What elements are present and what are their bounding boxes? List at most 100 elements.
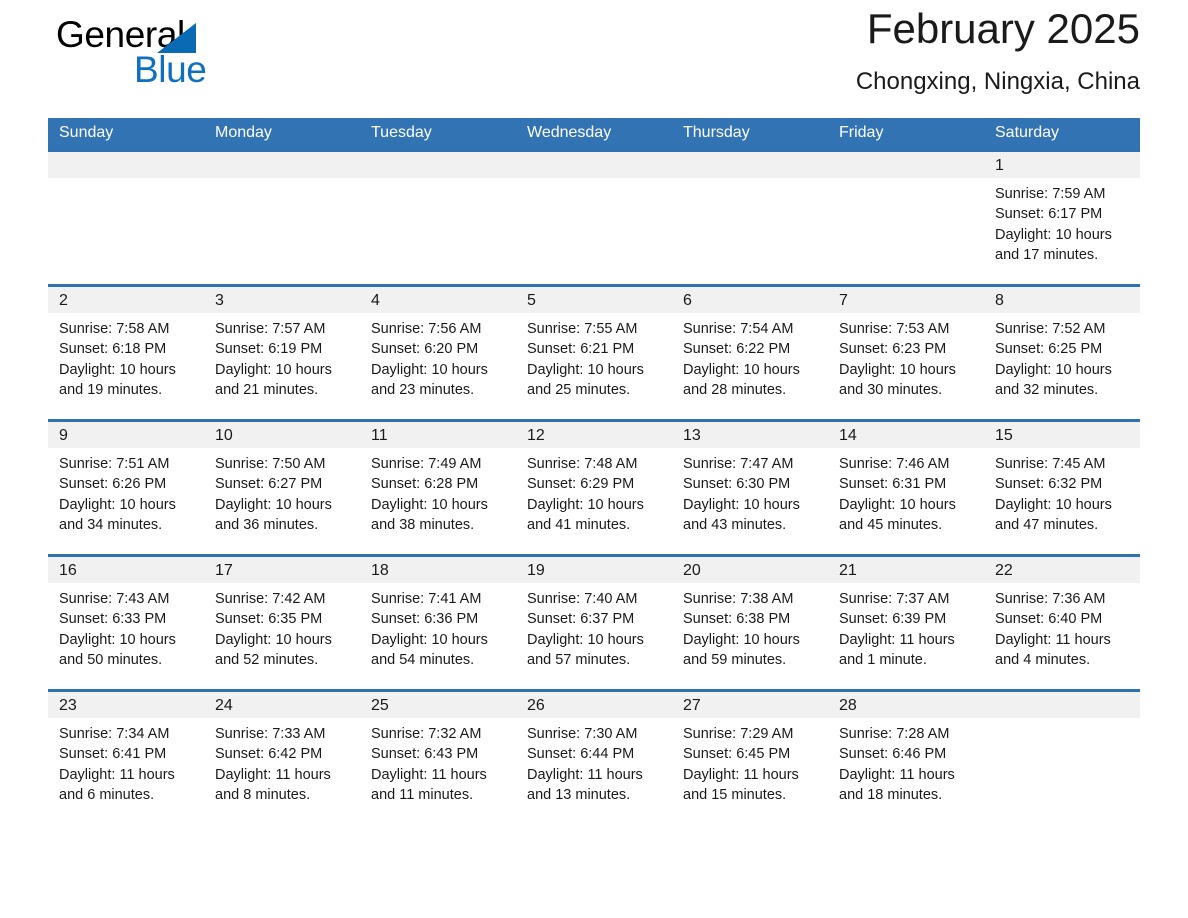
sunset-text: Sunset: 6:46 PM xyxy=(839,746,947,763)
calendar-day[interactable]: 21 Sunrise: 7:37 AM Sunset: 6:39 PM Dayligh… xyxy=(828,554,984,689)
calendar-cell: 9 Sunrise: 7:51 AM Sunset: 6:26 PM Daylight… xyxy=(48,419,204,554)
calendar-week-row: 2 Sunrise: 7:58 AM Sunset: 6:18 PM Daylight… xyxy=(48,284,1140,419)
weekday-header-saturday: Saturday xyxy=(984,118,1140,149)
calendar-cell: 12 Sunrise: 7:48 AM Sunset: 6:29 PM Dayligh… xyxy=(516,419,672,554)
sunset-text: Sunset: 6:20 PM xyxy=(371,341,479,358)
day-number: 1 xyxy=(984,152,1140,178)
daylight-text-line1: Daylight: 11 hours xyxy=(215,766,331,783)
daylight-text-line1: Daylight: 10 hours xyxy=(995,226,1112,243)
calendar-day[interactable]: 12 Sunrise: 7:48 AM Sunset: 6:29 PM Dayligh… xyxy=(516,419,672,554)
calendar-day[interactable]: 2 Sunrise: 7:58 AM Sunset: 6:18 PM Daylight… xyxy=(48,284,204,419)
calendar-day[interactable]: 17 Sunrise: 7:42 AM Sunset: 6:35 PM Dayligh… xyxy=(204,554,360,689)
daylight-text-line1: Daylight: 10 hours xyxy=(371,496,488,513)
calendar-cell: 21 Sunrise: 7:37 AM Sunset: 6:39 PM Dayligh… xyxy=(828,554,984,689)
daylight-text-line2: and 6 minutes. xyxy=(59,786,155,803)
weekday-header-friday: Friday xyxy=(828,118,984,149)
calendar-day[interactable]: 7 Sunrise: 7:53 AM Sunset: 6:23 PM Daylight… xyxy=(828,284,984,419)
daylight-text-line1: Daylight: 10 hours xyxy=(683,361,800,378)
page-subtitle: Chongxing, Ningxia, China xyxy=(855,68,1140,95)
calendar-day[interactable]: 18 Sunrise: 7:41 AM Sunset: 6:36 PM Dayligh… xyxy=(360,554,516,689)
sunrise-text: Sunrise: 7:48 AM xyxy=(527,456,638,472)
day-number xyxy=(360,152,516,178)
day-number: 7 xyxy=(828,287,984,313)
calendar-day[interactable]: 10 Sunrise: 7:50 AM Sunset: 6:27 PM Dayligh… xyxy=(204,419,360,554)
calendar-cell: 25 Sunrise: 7:32 AM Sunset: 6:43 PM Dayligh… xyxy=(360,689,516,824)
day-sun-info: Sunrise: 7:38 AM Sunset: 6:38 PM Daylight:… xyxy=(672,583,828,670)
day-sun-info: Sunrise: 7:51 AM Sunset: 6:26 PM Daylight:… xyxy=(48,448,204,535)
calendar-body: 1 Sunrise: 7:59 AM Sunset: 6:17 PM Daylight… xyxy=(48,149,1140,824)
daylight-text-line1: Daylight: 11 hours xyxy=(371,766,487,783)
calendar-day[interactable]: 20 Sunrise: 7:38 AM Sunset: 6:38 PM Dayligh… xyxy=(672,554,828,689)
calendar-day[interactable]: 16 Sunrise: 7:43 AM Sunset: 6:33 PM Dayligh… xyxy=(48,554,204,689)
calendar-week-row: 9 Sunrise: 7:51 AM Sunset: 6:26 PM Daylight… xyxy=(48,419,1140,554)
sunrise-text: Sunrise: 7:52 AM xyxy=(995,321,1106,337)
calendar-day[interactable]: 9 Sunrise: 7:51 AM Sunset: 6:26 PM Daylight… xyxy=(48,419,204,554)
calendar-day[interactable]: 19 Sunrise: 7:40 AM Sunset: 6:37 PM Dayligh… xyxy=(516,554,672,689)
calendar-day[interactable]: 26 Sunrise: 7:30 AM Sunset: 6:44 PM Dayligh… xyxy=(516,689,672,824)
day-number xyxy=(984,692,1140,718)
daylight-text-line2: and 23 minutes. xyxy=(371,381,475,398)
calendar-cell: 5 Sunrise: 7:55 AM Sunset: 6:21 PM Daylight… xyxy=(516,284,672,419)
calendar-day-empty xyxy=(204,149,360,284)
calendar-cell: 22 Sunrise: 7:36 AM Sunset: 6:40 PM Dayligh… xyxy=(984,554,1140,689)
day-number xyxy=(672,152,828,178)
calendar-day[interactable]: 11 Sunrise: 7:49 AM Sunset: 6:28 PM Dayligh… xyxy=(360,419,516,554)
calendar-cell: 2 Sunrise: 7:58 AM Sunset: 6:18 PM Daylight… xyxy=(48,284,204,419)
sunset-text: Sunset: 6:30 PM xyxy=(683,476,791,493)
day-number: 5 xyxy=(516,287,672,313)
sunset-text: Sunset: 6:17 PM xyxy=(995,206,1103,223)
calendar-day-empty xyxy=(984,689,1140,824)
daylight-text-line1: Daylight: 11 hours xyxy=(683,766,799,783)
calendar-head: Sunday Monday Tuesday Wednesday Thursday… xyxy=(48,118,1140,149)
calendar-cell: 20 Sunrise: 7:38 AM Sunset: 6:38 PM Dayligh… xyxy=(672,554,828,689)
daylight-text-line2: and 41 minutes. xyxy=(527,516,631,533)
sunrise-text: Sunrise: 7:32 AM xyxy=(371,726,482,742)
calendar-day[interactable]: 3 Sunrise: 7:57 AM Sunset: 6:19 PM Daylight… xyxy=(204,284,360,419)
calendar-day[interactable]: 6 Sunrise: 7:54 AM Sunset: 6:22 PM Daylight… xyxy=(672,284,828,419)
day-number: 3 xyxy=(204,287,360,313)
day-sun-info: Sunrise: 7:34 AM Sunset: 6:41 PM Daylight:… xyxy=(48,718,204,805)
daylight-text-line2: and 32 minutes. xyxy=(995,381,1099,398)
calendar-day[interactable]: 25 Sunrise: 7:32 AM Sunset: 6:43 PM Dayligh… xyxy=(360,689,516,824)
calendar-cell: 7 Sunrise: 7:53 AM Sunset: 6:23 PM Daylight… xyxy=(828,284,984,419)
sunset-text: Sunset: 6:39 PM xyxy=(839,611,947,628)
sunset-text: Sunset: 6:42 PM xyxy=(215,746,323,763)
calendar-day[interactable]: 22 Sunrise: 7:36 AM Sunset: 6:40 PM Dayligh… xyxy=(984,554,1140,689)
calendar-day[interactable]: 13 Sunrise: 7:47 AM Sunset: 6:30 PM Dayligh… xyxy=(672,419,828,554)
day-number: 20 xyxy=(672,557,828,583)
calendar-day[interactable]: 23 Sunrise: 7:34 AM Sunset: 6:41 PM Dayligh… xyxy=(48,689,204,824)
sunrise-text: Sunrise: 7:46 AM xyxy=(839,456,950,472)
day-sun-info: Sunrise: 7:33 AM Sunset: 6:42 PM Daylight:… xyxy=(204,718,360,805)
calendar-day-empty xyxy=(360,149,516,284)
calendar-day[interactable]: 5 Sunrise: 7:55 AM Sunset: 6:21 PM Daylight… xyxy=(516,284,672,419)
day-number: 23 xyxy=(48,692,204,718)
calendar-cell: 28 Sunrise: 7:28 AM Sunset: 6:46 PM Dayligh… xyxy=(828,689,984,824)
day-sun-info: Sunrise: 7:40 AM Sunset: 6:37 PM Daylight:… xyxy=(516,583,672,670)
calendar-day[interactable]: 15 Sunrise: 7:45 AM Sunset: 6:32 PM Dayligh… xyxy=(984,419,1140,554)
day-number xyxy=(828,152,984,178)
calendar-day[interactable]: 14 Sunrise: 7:46 AM Sunset: 6:31 PM Dayligh… xyxy=(828,419,984,554)
calendar-cell: 10 Sunrise: 7:50 AM Sunset: 6:27 PM Dayligh… xyxy=(204,419,360,554)
day-number: 19 xyxy=(516,557,672,583)
day-sun-info: Sunrise: 7:42 AM Sunset: 6:35 PM Daylight:… xyxy=(204,583,360,670)
calendar-day[interactable]: 27 Sunrise: 7:29 AM Sunset: 6:45 PM Dayligh… xyxy=(672,689,828,824)
weekday-header-row: Sunday Monday Tuesday Wednesday Thursday… xyxy=(48,118,1140,149)
generalblue-logo[interactable]: General Blue xyxy=(56,13,356,97)
calendar-week-row: 16 Sunrise: 7:43 AM Sunset: 6:33 PM Dayligh… xyxy=(48,554,1140,689)
calendar-day[interactable]: 8 Sunrise: 7:52 AM Sunset: 6:25 PM Daylight… xyxy=(984,284,1140,419)
daylight-text-line2: and 57 minutes. xyxy=(527,651,631,668)
calendar-day[interactable]: 4 Sunrise: 7:56 AM Sunset: 6:20 PM Daylight… xyxy=(360,284,516,419)
day-sun-info: Sunrise: 7:55 AM Sunset: 6:21 PM Daylight:… xyxy=(516,313,672,400)
daylight-text-line1: Daylight: 10 hours xyxy=(527,631,644,648)
day-sun-info: Sunrise: 7:32 AM Sunset: 6:43 PM Daylight:… xyxy=(360,718,516,805)
daylight-text-line2: and 15 minutes. xyxy=(683,786,787,803)
calendar-day[interactable]: 1 Sunrise: 7:59 AM Sunset: 6:17 PM Daylight… xyxy=(984,149,1140,284)
sunset-text: Sunset: 6:29 PM xyxy=(527,476,635,493)
calendar-day[interactable]: 24 Sunrise: 7:33 AM Sunset: 6:42 PM Dayligh… xyxy=(204,689,360,824)
calendar-page: General Blue February 2025 Chongxing, Ni… xyxy=(0,0,1188,918)
sunrise-text: Sunrise: 7:41 AM xyxy=(371,591,482,607)
daylight-text-line2: and 13 minutes. xyxy=(527,786,631,803)
daylight-text-line1: Daylight: 10 hours xyxy=(527,361,644,378)
calendar-day[interactable]: 28 Sunrise: 7:28 AM Sunset: 6:46 PM Dayligh… xyxy=(828,689,984,824)
calendar-cell: 26 Sunrise: 7:30 AM Sunset: 6:44 PM Dayligh… xyxy=(516,689,672,824)
